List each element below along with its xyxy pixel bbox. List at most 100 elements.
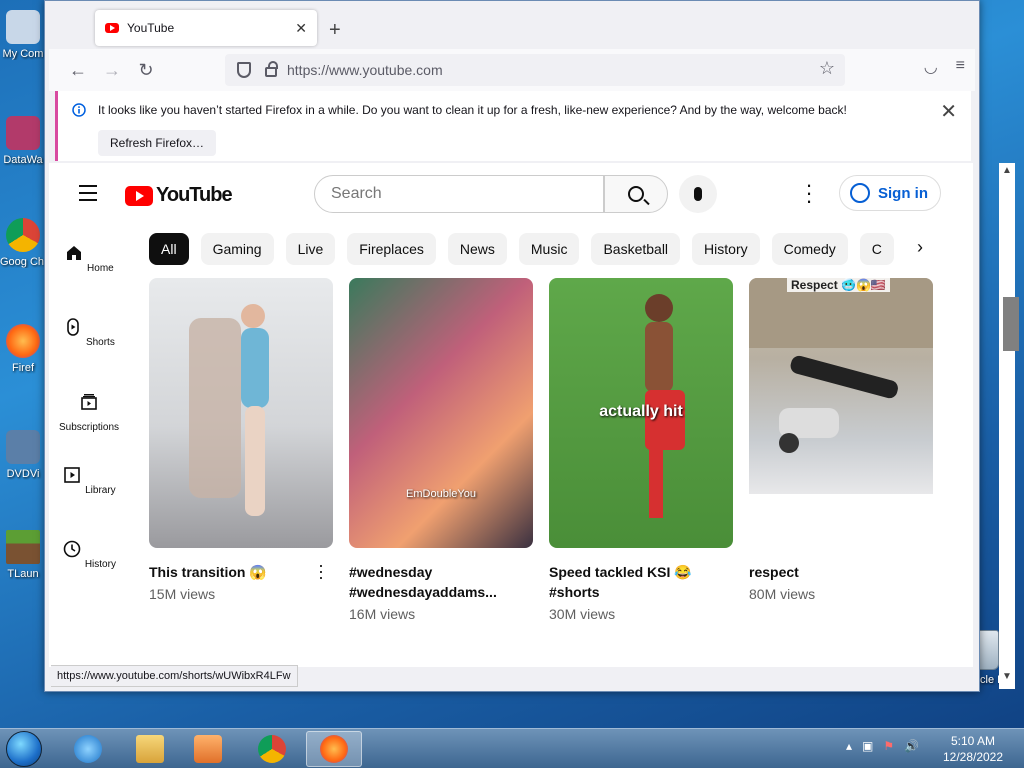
- toolbar-right: ◡ ≡: [924, 57, 965, 77]
- home-icon: [67, 246, 82, 260]
- start-button[interactable]: [6, 731, 42, 767]
- video-thumbnail[interactable]: actually hit: [549, 278, 733, 548]
- taskbar-media-player[interactable]: [180, 731, 236, 767]
- video-overlay-text: actually hit: [599, 403, 683, 420]
- youtube-header: YouTube Search · · · Sign in: [49, 163, 973, 225]
- network-icon[interactable]: ▣: [862, 739, 873, 753]
- video-title[interactable]: This transition 😱: [149, 562, 333, 582]
- chrome-icon: [258, 735, 286, 763]
- reload-button[interactable]: ↻: [129, 60, 163, 81]
- chips-next-chevron-icon[interactable]: ›: [917, 237, 923, 258]
- system-clock[interactable]: 5:10 AM 12/28/2022: [940, 733, 1006, 765]
- tracking-shield-icon[interactable]: [237, 62, 251, 78]
- scroll-up-icon[interactable]: ▲: [1002, 165, 1012, 176]
- show-hidden-icons-icon[interactable]: ▴: [846, 739, 852, 753]
- chip-fireplaces[interactable]: Fireplaces: [347, 233, 436, 265]
- settings-more-icon[interactable]: · · ·: [801, 174, 817, 212]
- desktop-icon-dvdvideo[interactable]: DVDVi: [0, 430, 46, 480]
- sidebar-item-library[interactable]: Library: [49, 457, 129, 531]
- minecraft-icon: [6, 530, 40, 564]
- taskbar-explorer[interactable]: [122, 731, 178, 767]
- video-title[interactable]: Speed tackled KSI 😂 #shorts: [549, 562, 733, 602]
- show-more-chevron-icon[interactable]: ⌄: [535, 659, 547, 667]
- video-views: 80M views: [749, 586, 816, 602]
- folder-icon: [136, 735, 164, 763]
- firefox-icon: [320, 735, 348, 763]
- desktop-icon-datawa[interactable]: DataWa: [0, 116, 46, 166]
- volume-icon[interactable]: 🔊: [904, 739, 919, 753]
- desktop-icon-my-computer[interactable]: My Com: [0, 10, 46, 60]
- video-overlay-text: Respect 🥶😱🇺🇸: [787, 278, 890, 292]
- voice-search-button[interactable]: [679, 175, 717, 213]
- chip-gaming[interactable]: Gaming: [200, 233, 274, 265]
- account-icon: [850, 183, 870, 203]
- video-title[interactable]: #wednesday #wednesdayaddams...: [349, 562, 533, 602]
- tab-youtube[interactable]: YouTube ✕: [95, 10, 317, 46]
- lock-icon[interactable]: [265, 61, 278, 77]
- refresh-firefox-button[interactable]: Refresh Firefox…: [98, 130, 217, 156]
- video-card[interactable]: EmDoubleYou #wednesday #wednesdayaddams.…: [349, 278, 533, 622]
- video-thumbnail[interactable]: EmDoubleYou: [349, 278, 533, 548]
- video-views: 30M views: [549, 606, 616, 622]
- page-content: YouTube Search · · · Sign in All Gaming Li…: [49, 163, 973, 667]
- scroll-down-icon[interactable]: ▼: [1002, 671, 1012, 682]
- sign-in-button[interactable]: Sign in: [839, 175, 941, 211]
- breakdancer-image: [749, 278, 933, 453]
- video-title[interactable]: respect: [749, 562, 933, 582]
- youtube-play-icon: [125, 185, 153, 206]
- search-input[interactable]: Search: [314, 175, 604, 213]
- taskbar-firefox[interactable]: [306, 731, 362, 767]
- new-tab-button[interactable]: +: [329, 19, 341, 42]
- chip-music[interactable]: Music: [518, 233, 580, 265]
- chip-basketball[interactable]: Basketball: [591, 233, 681, 265]
- scroll-thumb[interactable]: [1003, 297, 1019, 351]
- dvd-icon: [6, 430, 40, 464]
- microphone-icon: [694, 187, 702, 201]
- chip-news[interactable]: News: [447, 233, 507, 265]
- navigation-bar: ← → ↻ https://www.youtube.com ☆ ◡ ≡: [49, 49, 975, 91]
- taskbar-internet-explorer[interactable]: [60, 731, 116, 767]
- sidebar-item-shorts[interactable]: Shorts: [49, 309, 129, 383]
- youtube-logo[interactable]: YouTube: [125, 184, 233, 207]
- library-icon: [64, 467, 81, 483]
- url-bar[interactable]: https://www.youtube.com ☆: [225, 54, 845, 86]
- video-card[interactable]: Respect 🥶😱🇺🇸 respect 80M views: [749, 278, 933, 602]
- action-center-icon[interactable]: ⚑: [883, 739, 894, 753]
- status-bar-url: https://www.youtube.com/shorts/wUWibxR4L…: [51, 665, 298, 687]
- dancers-image: [189, 304, 269, 516]
- page-scrollbar[interactable]: ▲ ▼: [999, 163, 1019, 689]
- firefox-window: — ▢ ✕ YouTube ✕ + ← → ↻ https://www.yout…: [44, 0, 1019, 692]
- forward-button[interactable]: →: [95, 60, 129, 81]
- sidebar-item-history[interactable]: History: [49, 531, 129, 605]
- video-card[interactable]: actually hit Speed tackled KSI 😂 #shorts…: [549, 278, 733, 622]
- back-button[interactable]: ←: [61, 60, 95, 81]
- video-card[interactable]: This transition 😱 15M views · · ·: [149, 278, 333, 602]
- search-button[interactable]: [604, 175, 668, 213]
- video-thumbnail[interactable]: Respect 🥶😱🇺🇸: [749, 278, 933, 548]
- video-overlay-text: EmDoubleYou: [406, 488, 476, 500]
- chip-comedy[interactable]: Comedy: [771, 233, 848, 265]
- sidebar-item-home[interactable]: Home: [49, 235, 129, 309]
- desktop-icon-tlauncher[interactable]: TLaun: [0, 530, 46, 580]
- firefox-icon: [6, 324, 40, 358]
- tab-close-icon[interactable]: ✕: [295, 20, 307, 37]
- bookmark-star-icon[interactable]: ☆: [819, 58, 835, 79]
- chip-partial[interactable]: C: [859, 233, 894, 265]
- hamburger-menu-icon[interactable]: [79, 185, 97, 206]
- notification-close-icon[interactable]: ✕: [940, 99, 957, 124]
- menu-icon[interactable]: ≡: [956, 57, 965, 77]
- system-tray: ▴ ▣ ⚑ 🔊: [846, 739, 919, 753]
- chip-live[interactable]: Live: [285, 233, 336, 265]
- video-thumbnail[interactable]: [149, 278, 333, 548]
- chip-history[interactable]: History: [692, 233, 760, 265]
- video-views: 16M views: [349, 606, 416, 622]
- desktop-icon-chrome[interactable]: Goog Chro: [0, 218, 46, 268]
- chip-all[interactable]: All: [149, 233, 189, 265]
- video-views: 15M views: [149, 586, 216, 602]
- taskbar-chrome[interactable]: [244, 731, 300, 767]
- video-more-options-icon[interactable]: · · ·: [317, 556, 325, 586]
- desktop-icon-firefox[interactable]: Firef: [0, 324, 46, 374]
- pocket-icon[interactable]: ◡: [924, 57, 938, 77]
- youtube-sidebar: Home Shorts Subscriptions Library Histor…: [49, 235, 129, 605]
- sidebar-item-subscriptions[interactable]: Subscriptions: [49, 383, 129, 457]
